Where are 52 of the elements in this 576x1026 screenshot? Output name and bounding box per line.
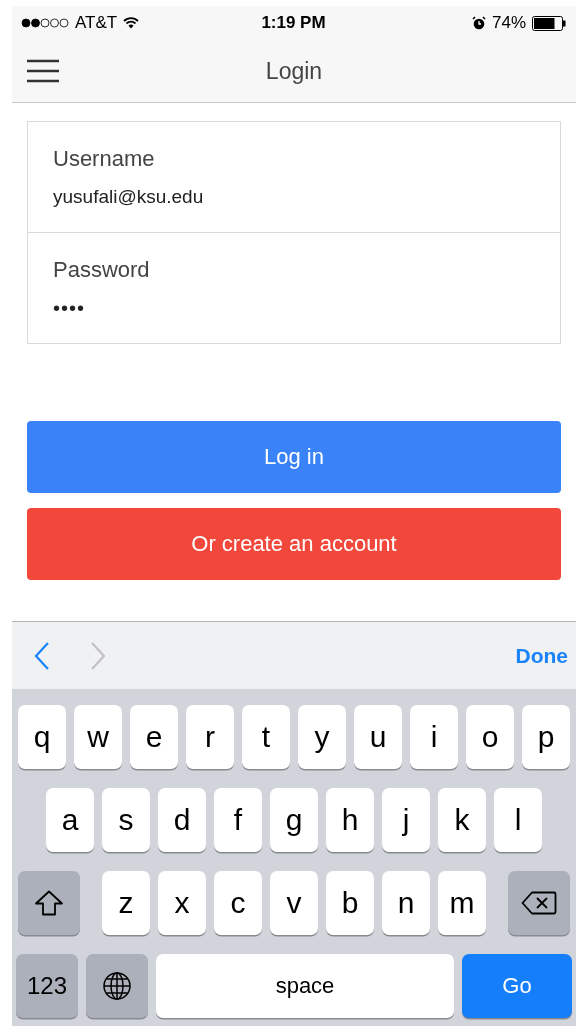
previous-field-button[interactable]	[34, 641, 50, 670]
globe-icon	[102, 971, 132, 1001]
username-field[interactable]: yusufali@ksu.edu	[53, 186, 535, 208]
letter-key[interactable]: g	[270, 788, 318, 852]
next-field-button[interactable]	[90, 641, 106, 670]
letter-key[interactable]: c	[214, 871, 262, 935]
delete-key[interactable]	[508, 871, 570, 935]
go-key[interactable]: Go	[462, 954, 572, 1018]
password-field[interactable]: ••••	[53, 296, 535, 320]
letter-key[interactable]: p	[522, 705, 570, 769]
letter-key[interactable]: l	[494, 788, 542, 852]
numbers-key[interactable]: 123	[16, 954, 78, 1018]
letter-key[interactable]: n	[382, 871, 430, 935]
letter-key[interactable]: a	[46, 788, 94, 852]
letter-key[interactable]: b	[326, 871, 374, 935]
field-label: Username	[53, 146, 156, 172]
field-label: Password	[53, 256, 151, 283]
globe-key[interactable]	[86, 954, 148, 1018]
letter-key[interactable]: e	[130, 705, 178, 769]
letter-key[interactable]: k	[438, 788, 486, 852]
letter-key[interactable]: h	[326, 788, 374, 852]
letter-key[interactable]: o	[466, 705, 514, 769]
letter-key[interactable]: v	[270, 871, 318, 935]
alarm-icon	[471, 16, 486, 30]
create-account-button[interactable]: Or create an account	[27, 508, 561, 580]
letter-key[interactable]: r	[186, 705, 234, 769]
battery-icon	[532, 15, 566, 31]
backspace-icon	[521, 891, 557, 915]
letter-key[interactable]: q	[18, 705, 66, 769]
battery-percent: 74%	[491, 13, 526, 33]
letter-key[interactable]: t	[242, 705, 290, 769]
letter-key[interactable]: d	[158, 788, 206, 852]
letter-key[interactable]: z	[102, 871, 150, 935]
menu-icon[interactable]	[27, 59, 59, 83]
space-key[interactable]: space	[156, 954, 454, 1018]
status-time: 1:19 PM	[261, 13, 326, 33]
login-button[interactable]: Log in	[27, 421, 561, 493]
letter-key[interactable]: x	[158, 871, 206, 935]
letter-key[interactable]: w	[74, 705, 122, 769]
page-title: Login	[265, 57, 323, 85]
signal-icon	[21, 18, 69, 28]
shift-key[interactable]	[18, 871, 80, 935]
letter-key[interactable]: s	[102, 788, 150, 852]
letter-key[interactable]: i	[410, 705, 458, 769]
shift-icon	[34, 890, 64, 916]
letter-key[interactable]: j	[382, 788, 430, 852]
letter-key[interactable]: y	[298, 705, 346, 769]
letter-key[interactable]: u	[354, 705, 402, 769]
letter-key[interactable]: m	[438, 871, 486, 935]
wifi-icon	[123, 17, 140, 29]
letter-key[interactable]: f	[214, 788, 262, 852]
carrier-name: AT&T	[75, 13, 118, 33]
